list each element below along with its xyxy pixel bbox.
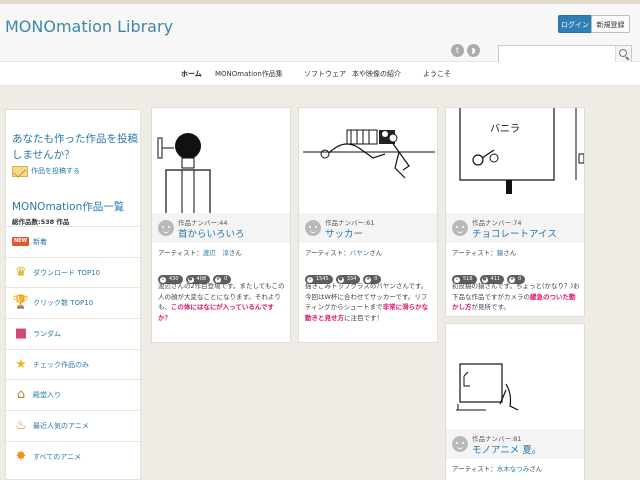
work-thumbnail-drawing: バニラ: [459, 108, 584, 194]
museum-icon: ⌂: [16, 387, 26, 402]
work-title[interactable]: モノアニメ 夏。: [472, 442, 541, 456]
work-artist: アーティスト：渡辺 淳さん: [158, 249, 242, 257]
work-meta: 作品ナンバー:61 サッカー: [299, 213, 437, 243]
sidebar-item-label[interactable]: 最近人気のアニメ: [33, 421, 89, 431]
work-thumbnail[interactable]: バニラ: [446, 108, 584, 213]
artist-link[interactable]: バヤン: [350, 249, 370, 257]
work-description: 描きこみトップクラスのバヤンさんです。今回はW杯に合わせてサッカーです。リフティ…: [305, 282, 429, 322]
work-stats: ↓ 518 ● 411 ★ 0: [452, 265, 528, 284]
sidebar-item-label[interactable]: 殿堂入り: [33, 390, 61, 400]
artist-link[interactable]: 水木なつみ: [497, 465, 530, 473]
work-thumbnail[interactable]: [446, 324, 584, 429]
avatar[interactable]: [305, 220, 321, 236]
trophy-icon: 🏆: [12, 295, 30, 310]
work-card[interactable]: 作品ナンバー:44 首からいろいろ アーティスト：渡辺 淳さん ↓ 430 ● 408…: [151, 107, 291, 343]
sidebar-item-label[interactable]: ダウンロード TOP10: [33, 268, 100, 278]
work-artist: アーティスト：猿さん: [452, 249, 517, 257]
submit-work-label[interactable]: 作品を投稿する: [31, 166, 80, 176]
main-nav: ホーム MONOmation作品集 ソフトウェア 本や映像の紹介 ようこそ: [0, 62, 640, 86]
work-meta: 作品ナンバー:74 チョコレートアイス: [446, 213, 584, 243]
work-meta: 作品ナンバー:81 モノアニメ 夏。: [446, 429, 584, 459]
sidebar-item-label[interactable]: 新着: [33, 237, 47, 247]
all-anime-icon: ✸: [15, 449, 27, 464]
sidebar-item-label[interactable]: クリック数 TOP10: [33, 298, 93, 308]
new-badge-icon: NEW: [12, 237, 29, 246]
login-button[interactable]: ログイン: [558, 15, 592, 33]
work-card[interactable]: 作品ナンバー:81 モノアニメ 夏。 アーティスト：水木なつみさん: [445, 323, 585, 480]
flame-icon: ♨: [15, 418, 27, 433]
sidebar-item-new[interactable]: NEW 新着: [6, 226, 140, 256]
site-logo[interactable]: MONOmation Library: [5, 17, 173, 36]
work-stats: ↓ 430 ● 408 ★ 0: [158, 265, 234, 284]
work-card[interactable]: 作品ナンバー:61 サッカー アーティスト：バヤンさん ↓ 1545 ● 334 ★ 0 …: [298, 107, 438, 343]
nav-item-works[interactable]: MONOmation作品集: [215, 69, 283, 79]
work-stats: ↓ 1545 ● 334 ★ 0: [305, 265, 384, 284]
work-description: 初投稿の猿さんです。ちょっと(かなり？)お下品な作品ですがカメラの緩急のついた動…: [452, 282, 580, 311]
work-thumbnail[interactable]: [152, 108, 290, 213]
site-header: MONOmation Library ログイン 新規登録 t ◗: [0, 4, 640, 63]
search-input[interactable]: [498, 45, 632, 63]
sidebar-item-label[interactable]: ランダム: [33, 329, 61, 339]
sidebar-item-popular[interactable]: ♨ 最近人気のアニメ: [6, 410, 140, 440]
work-thumbnail-drawing: [303, 129, 435, 179]
works-list-title: MONOmation作品一覧: [12, 201, 125, 213]
work-artist: アーティスト：バヤンさん: [305, 249, 383, 257]
crown-icon: ♛: [15, 265, 27, 280]
work-title[interactable]: チョコレートアイス: [472, 226, 557, 240]
envelope-icon: [12, 166, 28, 177]
avatar[interactable]: [158, 220, 174, 236]
sidebar-item-random[interactable]: ■ ランダム: [6, 318, 140, 348]
twitter-icon[interactable]: t: [451, 44, 464, 57]
sidebar: あなたも作った作品を投稿しませんか？ 作品を投稿する MONOmation作品一…: [5, 109, 141, 480]
work-thumbnail-drawing: [157, 133, 211, 213]
work-title[interactable]: 首からいろいろ: [178, 226, 245, 240]
total-works-count: 総作品数:538 作品: [12, 218, 70, 226]
nav-item-home[interactable]: ホーム: [181, 69, 202, 79]
work-thumbnail[interactable]: [299, 108, 437, 213]
avatar[interactable]: [452, 436, 468, 452]
search-button[interactable]: [615, 46, 631, 62]
work-title[interactable]: サッカー: [325, 226, 363, 240]
sidebar-item-hall-of-fame[interactable]: ⌂ 殿堂入り: [6, 379, 140, 409]
sidebar-item-label[interactable]: すべてのアニメ: [33, 452, 81, 462]
sidebar-item-checked[interactable]: ★ チェック作品のみ: [6, 349, 140, 379]
work-description: 渡辺さんの2作目登場です。またしてもこの人の顔が大変なことになります。それよりも…: [158, 282, 285, 322]
sidebar-item-label[interactable]: チェック作品のみ: [33, 360, 89, 370]
nav-item-software[interactable]: ソフトウェア: [304, 69, 346, 79]
submit-cta-heading: あなたも作った作品を投稿しませんか？: [12, 133, 138, 161]
sidebar-item-all[interactable]: ✸ すべてのアニメ: [6, 441, 140, 471]
work-art-label: バニラ: [490, 123, 520, 135]
nav-item-welcome[interactable]: ようこそ: [423, 69, 451, 79]
sidebar-item-click-top10[interactable]: 🏆 クリック数 TOP10: [6, 287, 140, 317]
work-thumbnail-drawing: [456, 363, 519, 411]
nav-item-books-videos[interactable]: 本や映像の紹介: [352, 69, 401, 79]
signup-button[interactable]: 新規登録: [591, 15, 630, 33]
avatar[interactable]: [452, 220, 468, 236]
work-card[interactable]: バニラ 作品ナンバー:74 チョコレートアイス アーティスト：猿さん ↓ 518 ●…: [445, 107, 585, 317]
gift-icon: ■: [14, 326, 28, 341]
work-artist: アーティスト：水木なつみさん: [452, 465, 543, 473]
rss-icon[interactable]: ◗: [467, 44, 480, 57]
sidebar-item-download-top10[interactable]: ♛ ダウンロード TOP10: [6, 257, 140, 287]
star-icon: ★: [15, 357, 27, 372]
artist-link[interactable]: 渡辺 淳: [203, 249, 229, 257]
search-icon: [619, 49, 627, 57]
work-meta: 作品ナンバー:44 首からいろいろ: [152, 213, 290, 243]
